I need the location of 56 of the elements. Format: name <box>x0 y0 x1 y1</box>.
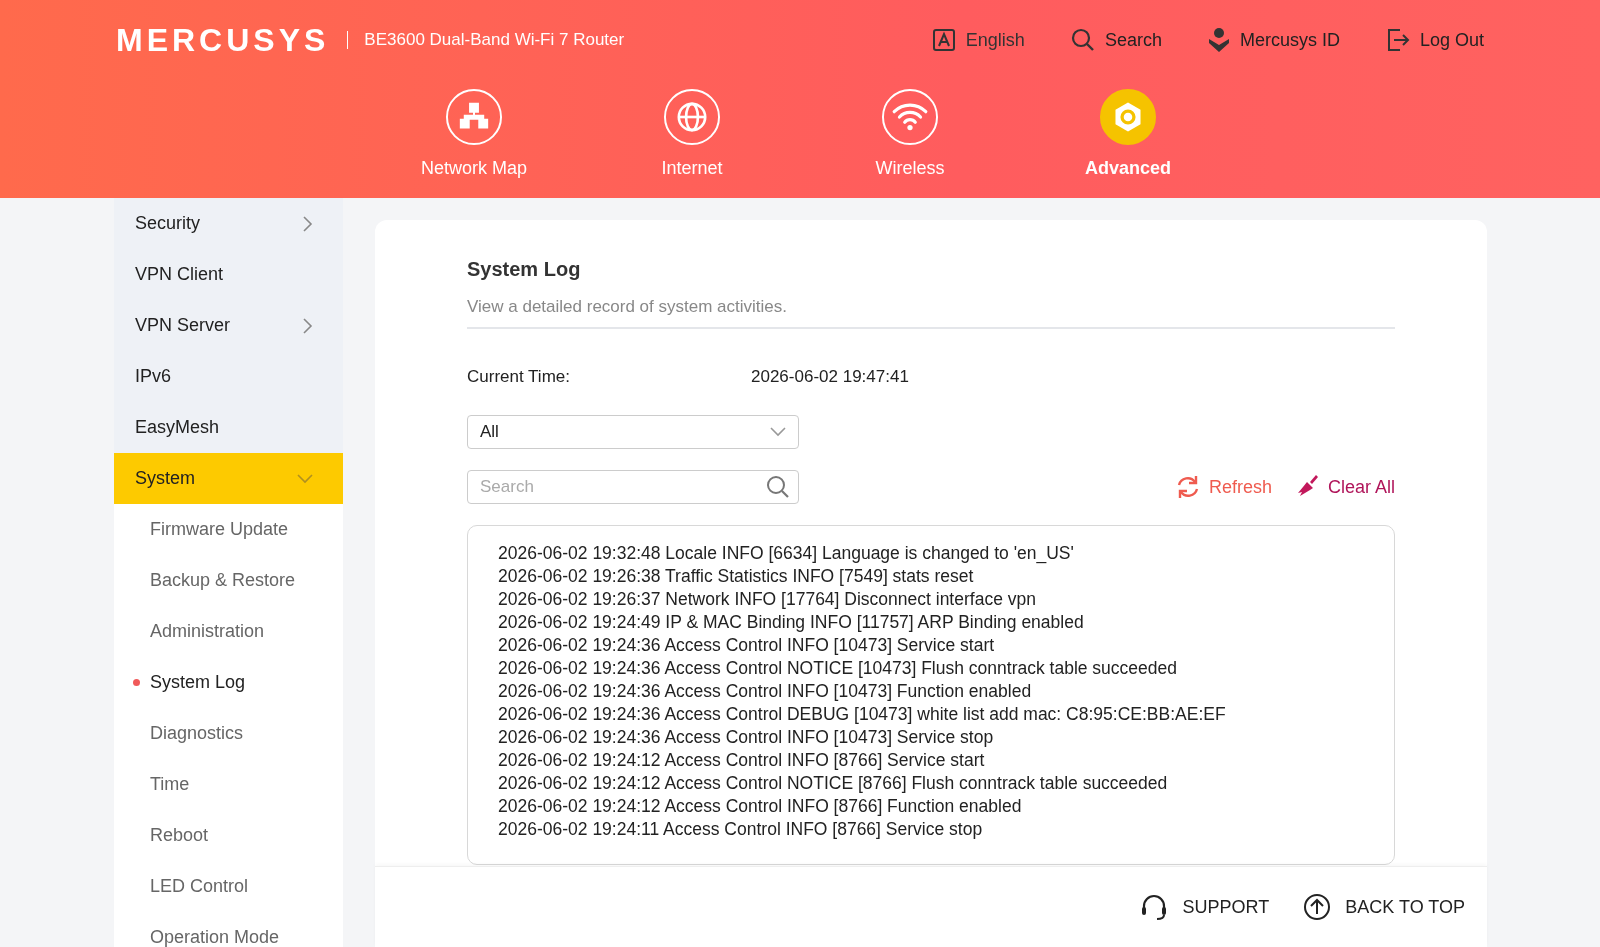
refresh-button[interactable]: Refresh <box>1174 474 1272 500</box>
sidebar-item[interactable]: IPv6 <box>114 351 343 402</box>
bullet-icon <box>133 679 140 686</box>
log-line: 2026-06-02 19:24:36 Access Control INFO [10473] Service start <box>498 634 996 657</box>
router-model: BE3600 Dual-Band Wi-Fi 7 Router <box>364 30 625 50</box>
clear-all-button[interactable]: Clear All <box>1295 474 1395 500</box>
current-time: 2026-06-02 19:47:41 <box>751 367 909 387</box>
logout-icon <box>1385 28 1410 52</box>
sidebar-subitem[interactable]: Reboot <box>114 810 343 861</box>
globe-icon <box>663 88 721 146</box>
sidebar-subitem[interactable]: System Log <box>114 657 343 708</box>
network-icon <box>445 88 503 146</box>
sidebar-item[interactable]: System <box>114 453 343 504</box>
language-icon <box>931 28 956 52</box>
sidebar-subitem[interactable]: Diagnostics <box>114 708 343 759</box>
search-field[interactable]: Search <box>467 470 799 504</box>
log-line: 2026-06-02 19:24:36 Access Control INFO [10473] Function enabled <box>498 680 1033 703</box>
sidebar-subitem[interactable]: Operation Mode <box>114 912 343 947</box>
account-button[interactable]: Mercusys ID <box>1207 27 1340 53</box>
log-line: 2026-06-02 19:24:49 IP & MAC Binding INFO [11757] ARP Binding enabled <box>498 611 1085 634</box>
log-line: 2026-06-02 19:24:12 Access Control NOTICE [8766] Flush conntrack table succeeded <box>498 772 1169 795</box>
search-button[interactable]: Search <box>1070 27 1162 53</box>
log-line: 2026-06-02 19:26:38 Traffic Statistics INFO [7549] stats reset <box>498 565 975 588</box>
logout-button[interactable]: Log Out <box>1385 27 1484 53</box>
sidebar-subitem[interactable]: Firmware Update <box>114 504 343 555</box>
wifi-icon <box>881 88 939 146</box>
sidebar-item[interactable]: VPN Server <box>114 300 343 351</box>
support-link[interactable]: SUPPORT <box>1138 892 1270 922</box>
sidebar-subitem[interactable]: Time <box>114 759 343 810</box>
log-line: 2026-06-02 19:26:37 Network INFO [17764] Disconnect interface vpn <box>498 588 1037 611</box>
page-description: View a detailed record of system activities. <box>467 297 788 317</box>
sidebar-subitem[interactable]: LED Control <box>114 861 343 912</box>
log-line: 2026-06-02 19:24:36 Access Control INFO [10473] Service stop <box>498 726 995 749</box>
brand-logo: MERCUSYS <box>116 21 330 59</box>
field-label: Current Time: <box>467 367 571 387</box>
user-icon <box>1207 27 1230 53</box>
log-line: 2026-06-02 19:24:11 Access Control INFO [8766] Service stop <box>498 818 984 841</box>
sidebar-item[interactable]: Security <box>114 198 343 249</box>
back-to-top-link[interactable]: BACK TO TOP <box>1303 893 1465 921</box>
log-filter-dropdown[interactable]: All <box>467 415 799 449</box>
sidebar-item[interactable]: EasyMesh <box>114 402 343 453</box>
chevron-down-icon <box>770 427 786 437</box>
log-line: 2026-06-02 19:24:12 Access Control INFO [8766] Service start <box>498 749 986 772</box>
arrow-up-icon <box>1303 893 1332 921</box>
sidebar-item[interactable]: VPN Client <box>114 249 343 300</box>
log-line: 2026-06-02 19:24:36 Access Control NOTICE [10473] Flush conntrack table succeeded <box>498 657 1178 680</box>
log-line: 2026-06-02 19:24:36 Access Control DEBUG [10473] white list add mac: C8:95:CE:BB:AE:EF <box>498 703 1227 726</box>
page-title: System Log <box>467 258 582 281</box>
language-button[interactable]: English <box>931 27 1025 53</box>
gear-icon <box>1099 88 1157 146</box>
log-line: 2026-06-02 19:32:48 Locale INFO [6634] Language is changed to 'en_US' <box>498 542 1075 565</box>
sidebar-subitem[interactable]: Administration <box>114 606 343 657</box>
search-icon <box>1070 28 1095 52</box>
search-icon <box>766 475 790 499</box>
sidebar-subitem[interactable]: Backup & Restore <box>114 555 343 606</box>
log-line: 2026-06-02 19:24:12 Access Control INFO [8766] Function enabled <box>498 795 1023 818</box>
